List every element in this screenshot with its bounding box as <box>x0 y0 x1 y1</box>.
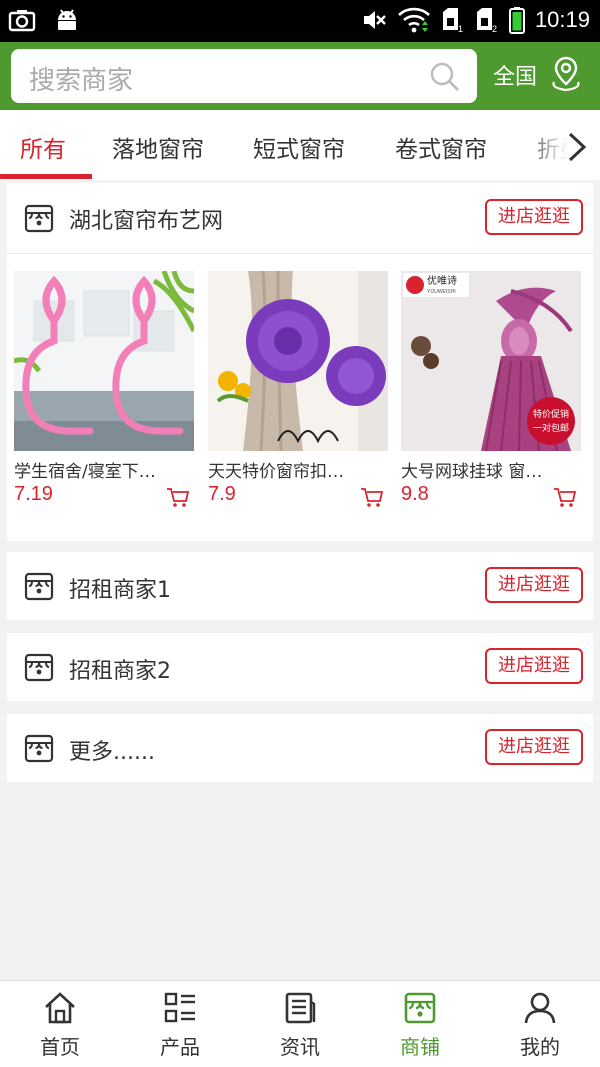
brand-logo-text: 优唯诗 <box>427 274 457 287</box>
shop-card: 湖北窗帘布艺网 进店逛逛 学生宿舍/寝室下… 7.19 天天特价窗帘扣… 7.9… <box>7 183 593 541</box>
location-pin-icon[interactable] <box>550 56 582 92</box>
storefront-icon <box>24 572 54 601</box>
news-icon <box>285 992 316 1024</box>
promo-badge-line1: 特价促销 <box>533 408 569 420</box>
product-name: 学生宿舍/寝室下… <box>14 462 156 482</box>
search-placeholder: 搜索商家 <box>29 66 134 96</box>
nav-me-label: 我的 <box>520 1035 560 1059</box>
nav-home-label: 首页 <box>40 1035 80 1059</box>
tab-roller-curtains[interactable]: 卷式窗帘 <box>395 130 487 164</box>
shop-card: 招租商家1 进店逛逛 <box>7 552 593 620</box>
nav-me[interactable]: 我的 <box>480 981 600 1067</box>
active-tab-indicator <box>0 174 92 179</box>
nav-products[interactable]: 产品 <box>120 981 240 1067</box>
shop-name[interactable]: 招租商家2 <box>69 653 171 685</box>
bottom-navigation: 首页 产品 资讯 商铺 我的 <box>0 980 600 1067</box>
tab-short-curtains[interactable]: 短式窗帘 <box>253 130 345 164</box>
home-icon <box>45 992 75 1024</box>
product-name: 大号网球挂球 窗… <box>401 462 543 482</box>
product-name: 天天特价窗帘扣… <box>208 462 344 482</box>
nav-news-label: 资讯 <box>280 1035 320 1059</box>
divider <box>7 253 593 254</box>
product-price: 7.9 <box>208 483 236 505</box>
screenshot-icon <box>8 10 36 32</box>
product-image[interactable] <box>208 271 388 451</box>
tab-all[interactable]: 所有 <box>20 130 66 164</box>
brand-logo-subtext: YOUWEISHI <box>427 289 456 295</box>
chevron-right-icon[interactable] <box>566 132 588 162</box>
wifi-icon <box>398 7 430 33</box>
product-image[interactable]: 优唯诗 YOUWEISHI 特价促销 一对包邮 <box>401 271 581 451</box>
nav-news[interactable]: 资讯 <box>240 981 360 1067</box>
cart-icon[interactable] <box>553 487 577 509</box>
cart-icon[interactable] <box>166 487 190 509</box>
list-icon <box>164 992 195 1023</box>
svg-text:2: 2 <box>492 24 497 34</box>
search-icon[interactable] <box>429 61 461 93</box>
user-icon <box>524 992 556 1024</box>
visit-shop-button[interactable]: 进店逛逛 <box>485 648 583 684</box>
mute-icon <box>363 11 386 29</box>
nav-products-label: 产品 <box>160 1035 200 1059</box>
cart-icon[interactable] <box>360 487 384 509</box>
visit-shop-button[interactable]: 进店逛逛 <box>485 567 583 603</box>
nav-shops-label: 商铺 <box>400 1035 440 1059</box>
product-price: 9.8 <box>401 483 429 505</box>
sim1-icon: 1 <box>442 8 463 34</box>
storefront-icon <box>24 734 54 763</box>
tab-floor-curtains[interactable]: 落地窗帘 <box>112 130 204 164</box>
android-icon <box>58 9 76 30</box>
battery-icon <box>508 7 525 34</box>
shop-card: 招租商家2 进店逛逛 <box>7 633 593 701</box>
storefront-icon <box>24 653 54 682</box>
sim2-icon: 2 <box>476 8 497 34</box>
top-header: 搜索商家 全国 <box>0 42 600 110</box>
svg-text:1: 1 <box>458 24 463 34</box>
promo-badge-line2: 一对包邮 <box>533 422 569 434</box>
status-time: 10:19 <box>534 7 590 32</box>
visit-shop-button[interactable]: 进店逛逛 <box>485 729 583 765</box>
product-price: 7.19 <box>14 483 53 505</box>
nav-home[interactable]: 首页 <box>0 981 120 1067</box>
shop-icon <box>404 992 436 1024</box>
status-bar: 1 2 10:19 <box>0 0 600 42</box>
visit-shop-button[interactable]: 进店逛逛 <box>485 199 583 235</box>
nav-shops[interactable]: 商铺 <box>360 981 480 1067</box>
tabs-fade <box>520 110 600 180</box>
search-input[interactable]: 搜索商家 <box>11 49 477 103</box>
shop-card: 更多...... 进店逛逛 <box>7 714 593 782</box>
shop-name[interactable]: 湖北窗帘布艺网 <box>69 203 223 235</box>
storefront-icon <box>24 204 54 233</box>
product-image[interactable] <box>14 271 194 451</box>
category-tabs: 所有 落地窗帘 短式窗帘 卷式窗帘 折叠 <box>0 110 600 180</box>
region-selector[interactable]: 全国 <box>493 59 537 91</box>
shop-name[interactable]: 招租商家1 <box>69 572 171 604</box>
more-shops-label[interactable]: 更多...... <box>69 734 155 766</box>
